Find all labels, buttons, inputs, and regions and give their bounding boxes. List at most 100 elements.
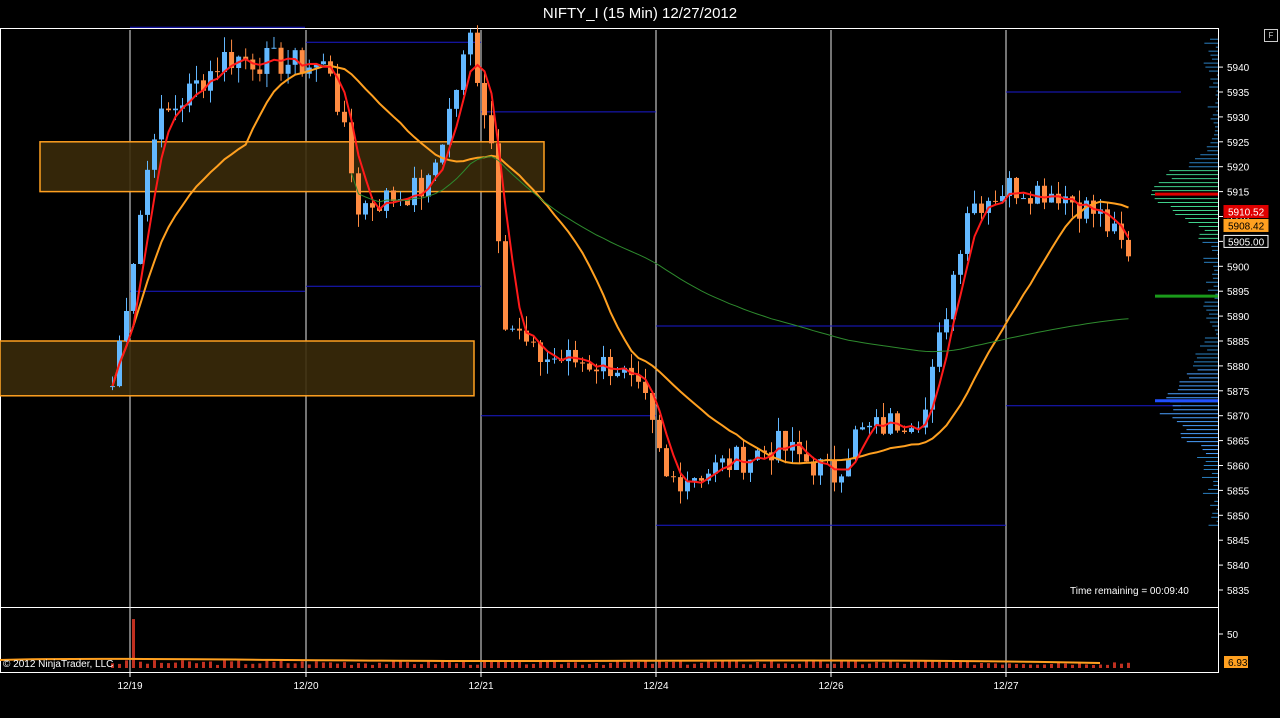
volume-bar [784,663,787,668]
volume-bar [125,660,128,668]
candle-body [909,428,914,433]
price-label: 5908.42 [1228,221,1265,232]
volume-bar [462,661,465,668]
volume-bar [321,662,325,668]
volume-bar [602,664,605,668]
volume-bar [1127,662,1130,668]
y-tick-label: 5845 [1227,536,1250,547]
y-tick-label: 5895 [1227,287,1250,298]
volume-bar [1092,664,1095,668]
volume-bar [469,664,472,668]
y-tick-label: 5835 [1227,586,1250,597]
volume-bar [714,662,717,668]
volume-bar [658,660,661,668]
candle-body [320,61,326,65]
candle-body [944,319,949,333]
volume-bar [413,664,416,668]
volume-bar [406,662,409,668]
volume-bar [1057,662,1060,668]
candle-body [804,454,809,462]
x-tick-label: 12/24 [643,681,668,692]
volume-bar [420,664,423,668]
candle-body [741,446,746,473]
volume-bar [146,663,149,668]
candle-body [1112,223,1117,232]
volume-bar [132,619,135,668]
volume-bar [1106,664,1109,668]
candle-body [1035,185,1040,204]
candle-body [433,162,438,176]
candle-body [776,430,781,461]
volume-bar [826,663,829,668]
candle-body [860,427,865,430]
volume-bar [700,662,703,668]
volume-bar [286,663,290,668]
volume-bar [118,663,121,668]
volume-bar [216,664,219,668]
candle-body [131,263,136,311]
candle-body [573,349,578,363]
volume-bar [889,661,892,668]
candle-body [552,358,557,360]
volume-bar [160,662,163,668]
volume-bar [188,661,191,668]
volume-bar [1085,664,1088,668]
date-axis: 12/19 12/20 12/21 12/24 12/26 12/27 [117,672,1019,692]
candle-body [965,213,970,254]
volume-bar [791,664,794,668]
candle-body [1126,239,1131,257]
slow-moving-average [111,64,1129,465]
candle-body [902,430,907,433]
price-zone [0,340,475,397]
candles [110,25,1131,504]
volume-bar [749,664,752,668]
volume-bar [931,661,934,668]
volume-bar [371,664,374,668]
y-tick-label: 5940 [1227,63,1250,74]
x-tick-label: 12/20 [293,681,318,692]
x-tick-label: 12/26 [818,681,843,692]
volume-bar [1022,664,1025,668]
volume-bar [833,663,836,668]
candle-body [194,80,199,84]
price-axis: 5835 5840 5845 5850 5855 5860 5865 5870 5875 5880… [1218,63,1269,597]
candle-body [257,69,263,74]
candle-body [531,341,536,343]
candle-body [145,169,150,215]
y-tick-label: 5855 [1227,486,1250,497]
volume-bar [924,661,927,668]
candle-body [839,476,844,483]
volume-bar [756,661,759,668]
volume-bar [1050,663,1053,668]
candle-body [1049,193,1054,203]
volume-bar [798,663,801,668]
candle-body [608,356,613,377]
volume-bar [945,662,948,668]
volume-bar [910,661,913,668]
volume-bar [293,663,297,668]
volume-bar [1001,664,1004,668]
volume-bar [378,662,381,668]
candle-body [580,362,585,364]
support-resistance-zones [0,141,545,397]
volume-bar [336,663,339,668]
fast-moving-average [111,57,1130,484]
volume-bar [770,661,773,668]
candle-body [853,429,858,460]
volume-bar [441,661,444,668]
volume-bar [567,662,570,668]
volume-tick-label: 50 [1227,630,1239,641]
volume-bar [1064,663,1067,668]
candle-body [363,203,368,215]
candle-body [1042,185,1047,203]
y-tick-label: 5915 [1227,188,1250,199]
y-tick-label: 5850 [1227,511,1250,522]
candlestick-chart[interactable]: 506.93 583558405845585058555860586558705… [0,0,1280,718]
volume-bar [139,661,142,668]
volume-bar [532,663,535,668]
volume-bar [434,664,437,668]
volume-bar [181,660,184,668]
volume-bar [672,661,675,668]
volume-bar [1015,664,1018,668]
volume-bar [728,660,731,668]
